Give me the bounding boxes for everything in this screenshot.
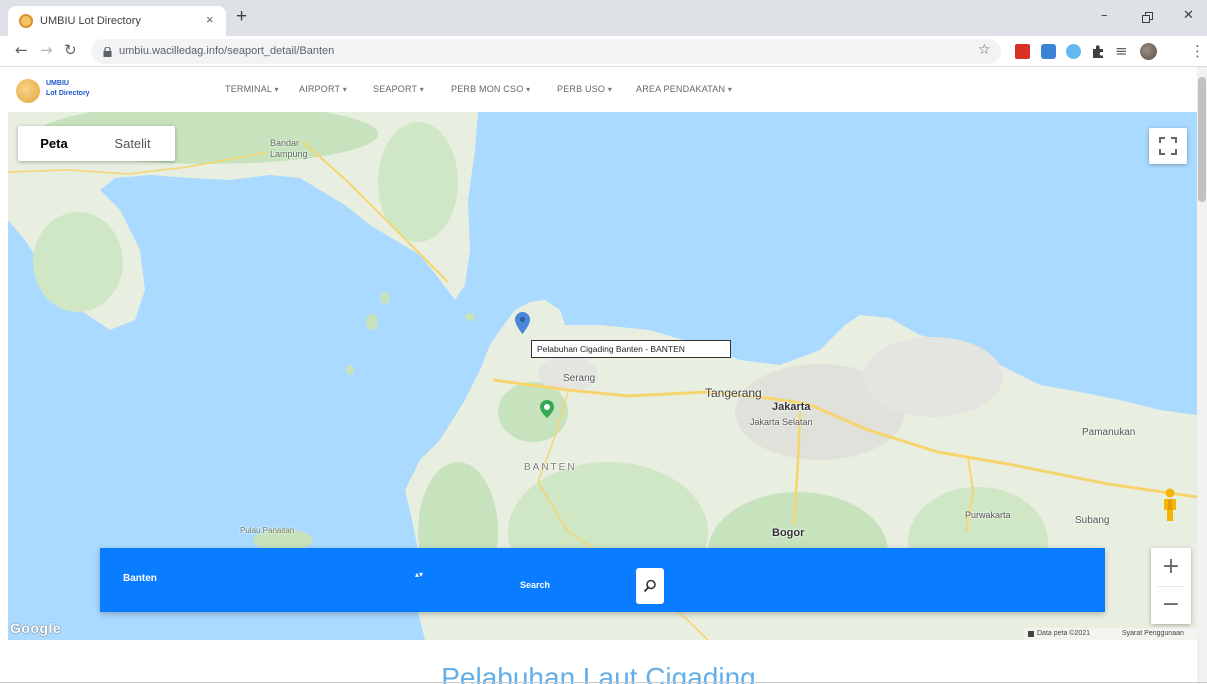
chevron-down-icon: ▾ xyxy=(342,85,348,94)
chevron-down-icon: ▾ xyxy=(419,85,425,94)
logo-title: UMBIU xyxy=(46,80,69,87)
bottom-divider xyxy=(0,682,1207,683)
map-label: Bogor xyxy=(772,527,805,539)
island-sangiang xyxy=(465,313,475,321)
chevron-down-icon: ▾ xyxy=(727,85,733,94)
nav-label: AIRPORT xyxy=(299,84,341,94)
map-label: Serang xyxy=(563,373,596,384)
forest-sumatra-west xyxy=(33,212,123,312)
extension-globe-icon[interactable] xyxy=(1066,44,1081,59)
minimize-icon[interactable]: – xyxy=(1101,9,1108,23)
nav-label: PERB MON CSO xyxy=(451,84,524,94)
zoom-in-button[interactable]: + xyxy=(1151,548,1191,586)
nav-label: TERMINAL xyxy=(225,84,272,94)
page-title: Pelabuhan Laut Cigading xyxy=(441,662,756,684)
site-navbar: UMBIU Lot Directory TERMINAL ▾ AIRPORT ▾… xyxy=(0,67,1197,112)
forward-icon[interactable]: → xyxy=(40,42,53,58)
google-logo[interactable]: Google xyxy=(10,620,61,636)
new-tab-button[interactable]: + xyxy=(236,7,247,26)
park-poi-icon[interactable] xyxy=(540,400,554,418)
map-label: Jakarta Selatan xyxy=(750,417,813,427)
nav-label: PERB USO xyxy=(557,84,606,94)
map-label: Pamanukan xyxy=(1082,427,1136,438)
browser-menu-icon[interactable]: ⋮ xyxy=(1190,43,1205,59)
nav-area-pendakatan[interactable]: AREA PENDAKATAN ▾ xyxy=(636,84,732,94)
map-type-peta-button[interactable]: Peta xyxy=(18,126,90,161)
url-text: umbiu.wacilledag.info/seaport_detail/Ban… xyxy=(119,45,335,57)
keyboard-shortcuts-icon[interactable] xyxy=(1028,631,1034,637)
browser-toolbar: ← → ↻ umbiu.wacilledag.info/seaport_deta… xyxy=(0,36,1207,67)
extension-blue-icon[interactable] xyxy=(1041,44,1056,59)
chevron-down-icon: ▾ xyxy=(607,85,613,94)
chevron-down-icon: ▾ xyxy=(274,85,279,94)
zoom-out-button[interactable]: − xyxy=(1151,586,1191,624)
scrollbar-thumb[interactable] xyxy=(1198,77,1206,202)
map-label: Jakarta xyxy=(772,401,811,413)
marker-tooltip: Pelabuhan Cigading Banten - BANTEN xyxy=(531,340,731,358)
search-icon xyxy=(643,579,656,593)
terms-link[interactable]: Syarat Penggunaan xyxy=(1122,630,1184,637)
tab-close-icon[interactable]: × xyxy=(206,13,214,26)
map-canvas[interactable]: Bandar Lampung Serang Tangerang Jakarta … xyxy=(8,112,1197,640)
map-type-control: Peta Satelit xyxy=(18,126,175,161)
island-krakatau xyxy=(366,314,378,330)
island-sebesi xyxy=(380,292,390,304)
browser-tab-strip: UMBIU Lot Directory × + – ✕ xyxy=(0,0,1207,36)
street-view-pegman-icon[interactable] xyxy=(1159,488,1181,522)
map-label: Subang xyxy=(1075,515,1110,526)
screen: UMBIU Lot Directory × + – ✕ ← → ↻ umbiu.… xyxy=(0,0,1207,684)
back-icon[interactable]: ← xyxy=(15,42,28,58)
nav-seaport[interactable]: SEAPORT ▾ xyxy=(373,84,424,94)
restore-icon[interactable] xyxy=(1142,12,1154,24)
media-control-icon[interactable]: ≡ xyxy=(1115,44,1130,59)
province-select-value: Banten xyxy=(123,573,157,584)
nav-terminal[interactable]: TERMINAL ▾ xyxy=(225,84,279,94)
page-scrollbar[interactable] xyxy=(1197,67,1207,684)
profile-avatar[interactable] xyxy=(1140,43,1157,60)
nav-perb-uso[interactable]: PERB USO ▾ xyxy=(557,84,612,94)
address-bar[interactable]: umbiu.wacilledag.info/seaport_detail/Ban… xyxy=(91,39,1001,64)
reload-icon[interactable]: ↻ xyxy=(64,42,77,58)
map-data-credit: Data peta ©2021 xyxy=(1037,630,1091,637)
map-attribution: Data peta ©2021 Syarat Penggunaan xyxy=(1024,628,1197,640)
close-window-icon[interactable]: ✕ xyxy=(1183,9,1194,23)
bookmark-star-icon[interactable]: ☆ xyxy=(978,43,991,58)
province-select[interactable]: Banten ▴▾ xyxy=(115,565,435,593)
map-type-satelit-button[interactable]: Satelit xyxy=(90,126,175,161)
nav-perb-mon-cso[interactable]: PERB MON CSO ▾ xyxy=(451,84,530,94)
lock-icon xyxy=(103,47,112,57)
map-label: Purwakarta xyxy=(965,510,1011,520)
map-label: Pulau Panaitan xyxy=(240,526,295,535)
search-label: Search xyxy=(520,580,551,590)
site-favicon-icon xyxy=(19,14,33,28)
fullscreen-button[interactable] xyxy=(1149,128,1187,164)
forest-cigading xyxy=(498,382,568,442)
extension-red-icon[interactable] xyxy=(1015,44,1030,59)
extensions-puzzle-icon[interactable] xyxy=(1091,44,1106,59)
fullscreen-icon xyxy=(1159,137,1177,155)
seaport-pin-marker[interactable] xyxy=(515,312,530,334)
logo-subtitle: Lot Directory xyxy=(46,90,90,97)
chevron-down-icon: ▾ xyxy=(526,85,531,94)
select-arrows-icon: ▴▾ xyxy=(415,570,424,579)
map-label: Bandar Lampung xyxy=(270,138,308,159)
urban-bekasi xyxy=(863,337,1003,417)
nav-airport[interactable]: AIRPORT ▾ xyxy=(299,84,347,94)
nav-label: SEAPORT xyxy=(373,84,418,94)
nav-label: AREA PENDAKATAN xyxy=(636,84,726,94)
search-button[interactable] xyxy=(636,568,664,604)
zoom-control: + − xyxy=(1151,548,1191,624)
map-label: BANTEN xyxy=(524,462,577,473)
search-panel: Banten ▴▾ Search xyxy=(100,548,1105,612)
logo-image xyxy=(16,79,40,103)
browser-tab-active[interactable]: UMBIU Lot Directory × xyxy=(8,6,226,36)
tab-title: UMBIU Lot Directory xyxy=(40,15,141,27)
island-small xyxy=(346,365,354,375)
map-label: Tangerang xyxy=(705,386,762,400)
